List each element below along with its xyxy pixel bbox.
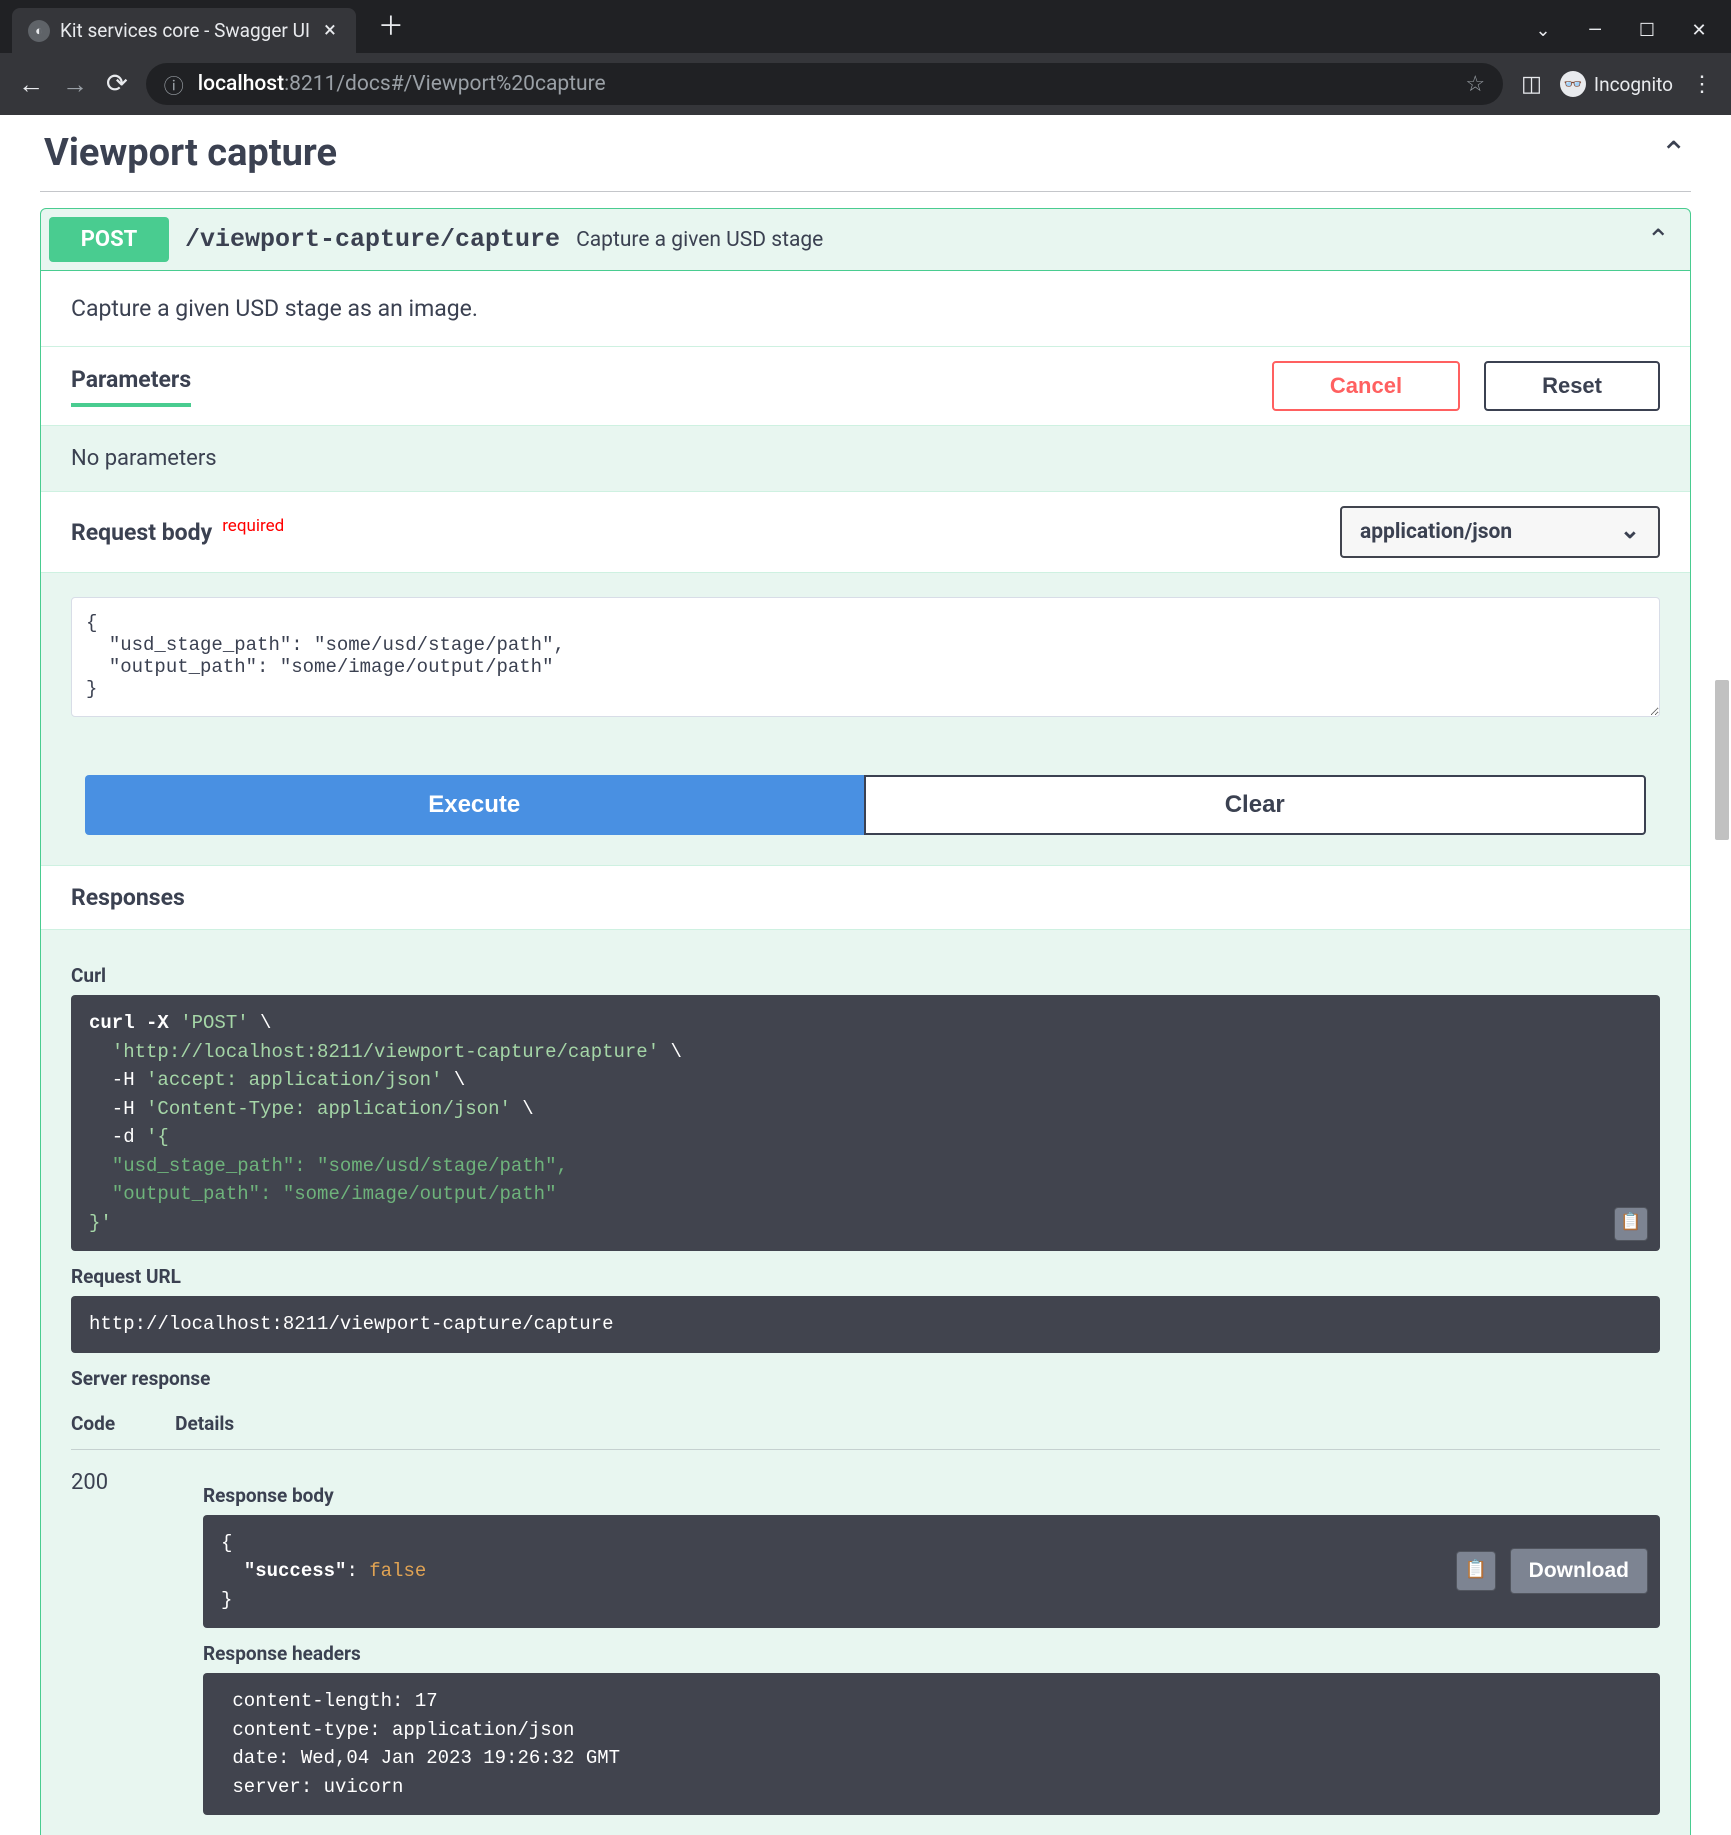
scrollbar-thumb[interactable] <box>1715 680 1729 840</box>
request-body-bar: Request body required application/json <box>41 491 1690 573</box>
browser-tab[interactable]: ◐ Kit services core - Swagger UI × <box>12 8 356 53</box>
reset-button[interactable]: Reset <box>1484 361 1660 411</box>
cancel-button[interactable]: Cancel <box>1272 361 1460 411</box>
required-tag: required <box>222 516 284 536</box>
new-tab-button[interactable]: ＋ <box>364 0 418 53</box>
url-display: localhost:8211/docs#/Viewport%20capture <box>198 72 1452 96</box>
clear-button[interactable]: Clear <box>864 775 1647 835</box>
maximize-button[interactable]: ☐ <box>1635 20 1659 41</box>
incognito-indicator[interactable]: 👓 Incognito <box>1560 71 1673 97</box>
no-parameters-text: No parameters <box>41 426 1690 491</box>
chevron-up-icon[interactable]: ⌃ <box>1660 134 1687 172</box>
copy-response-button[interactable]: 📋 <box>1456 1551 1496 1591</box>
operation-summary-text: Capture a given USD stage <box>576 228 1630 252</box>
response-body-block: { "success": false }📋Download <box>203 1515 1660 1629</box>
address-bar: ← → ⟳ ⓘ localhost:8211/docs#/Viewport%20… <box>0 53 1731 115</box>
parameters-tab[interactable]: Parameters <box>71 366 191 407</box>
responses-title: Responses <box>71 884 185 911</box>
window-titlebar: ◐ Kit services core - Swagger UI × ＋ ⌄ —… <box>0 0 1731 53</box>
bookmark-star-icon[interactable]: ☆ <box>1465 72 1485 97</box>
response-headers-label: Response headers <box>203 1642 1660 1665</box>
response-body-label: Response body <box>203 1484 1660 1507</box>
tab-strip: ◐ Kit services core - Swagger UI × ＋ <box>0 0 418 53</box>
operation-block: POST /viewport-capture/capture Capture a… <box>40 208 1691 1835</box>
omnibox[interactable]: ⓘ localhost:8211/docs#/Viewport%20captur… <box>146 63 1503 105</box>
response-table-head: Code Details <box>71 1398 1660 1450</box>
tag-title: Viewport capture <box>44 131 337 175</box>
code-header: Code <box>71 1412 115 1435</box>
window-controls: ⌄ — ☐ ✕ <box>1531 20 1731 53</box>
close-window-button[interactable]: ✕ <box>1687 20 1711 41</box>
execute-button[interactable]: Execute <box>85 775 864 835</box>
globe-icon: ◐ <box>28 20 50 42</box>
incognito-icon: 👓 <box>1560 71 1586 97</box>
operation-path: /viewport-capture/capture <box>185 225 560 254</box>
operation-description: Capture a given USD stage as an image. <box>41 271 1690 347</box>
operation-summary[interactable]: POST /viewport-capture/capture Capture a… <box>41 209 1690 271</box>
chevron-down-icon[interactable]: ⌄ <box>1531 20 1555 41</box>
copy-curl-button[interactable]: 📋 <box>1614 1207 1648 1241</box>
request-url-block: http://localhost:8211/viewport-capture/c… <box>71 1296 1660 1353</box>
response-code: 200 <box>71 1470 151 1816</box>
reload-button[interactable]: ⟳ <box>106 69 128 99</box>
tag-section-header[interactable]: Viewport capture ⌃ <box>40 115 1691 192</box>
download-button[interactable]: Download <box>1510 1548 1648 1594</box>
server-response-label: Server response <box>71 1367 1660 1390</box>
content-type-dropdown[interactable]: application/json <box>1340 506 1660 558</box>
page-viewport: Viewport capture ⌃ POST /viewport-captur… <box>0 115 1731 1835</box>
request-url-label: Request URL <box>71 1265 1660 1288</box>
request-body-editor[interactable] <box>71 597 1660 717</box>
chevron-up-icon[interactable]: ⌃ <box>1647 223 1682 256</box>
forward-button[interactable]: → <box>62 69 88 100</box>
panel-icon[interactable]: ◫ <box>1521 72 1542 97</box>
details-header: Details <box>175 1412 234 1435</box>
close-tab-button[interactable]: × <box>320 20 340 42</box>
method-badge: POST <box>49 217 169 262</box>
request-body-title: Request body <box>71 519 212 546</box>
parameters-bar: Parameters Cancel Reset <box>41 347 1690 426</box>
response-headers-block: content-length: 17 content-type: applica… <box>203 1673 1660 1815</box>
overflow-menu-button[interactable]: ⋮ <box>1691 72 1713 97</box>
site-info-icon[interactable]: ⓘ <box>164 70 184 99</box>
back-button[interactable]: ← <box>18 69 44 100</box>
response-row: 200 Response body { "success": false }📋D… <box>71 1450 1660 1835</box>
tab-title: Kit services core - Swagger UI <box>60 19 310 42</box>
curl-label: Curl <box>71 964 1660 987</box>
curl-command-block: curl -X 'POST' \ 'http://localhost:8211/… <box>71 995 1660 1251</box>
minimize-button[interactable]: — <box>1583 20 1607 41</box>
